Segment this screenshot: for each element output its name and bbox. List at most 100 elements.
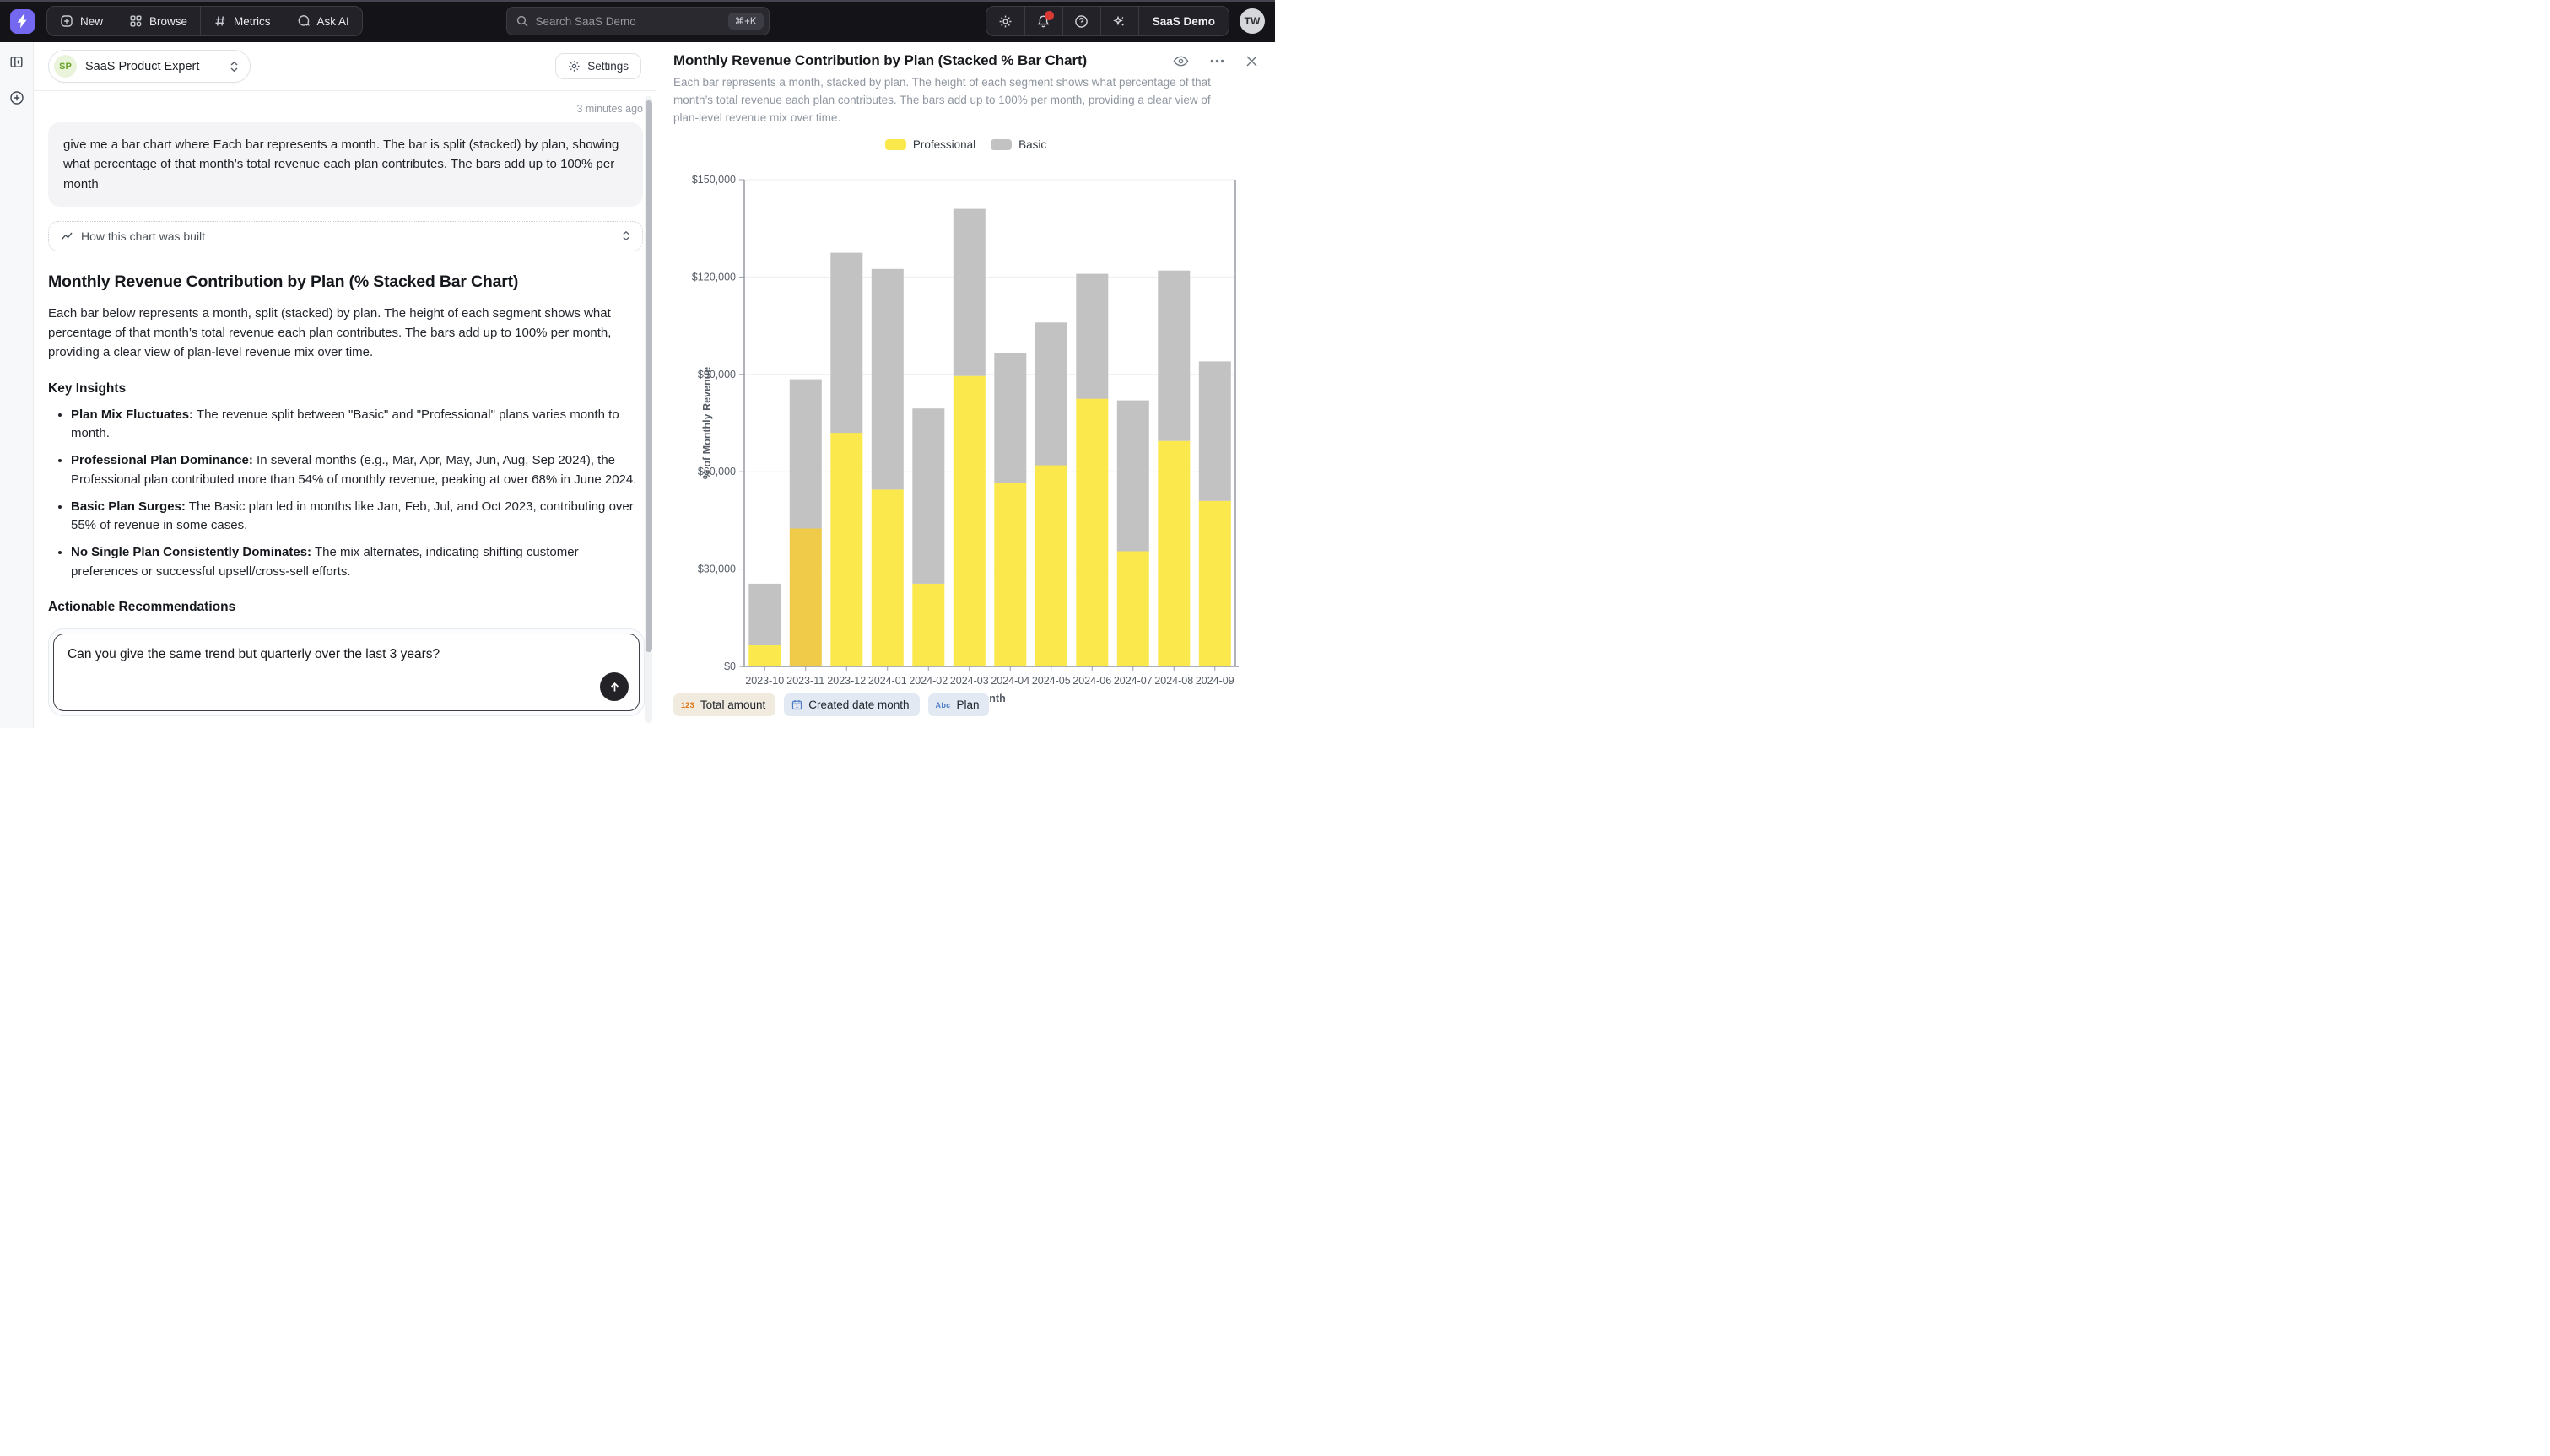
svg-text:$0: $0 bbox=[724, 661, 736, 672]
legend-item-professional[interactable]: Professional bbox=[885, 138, 975, 151]
bar-2024-08-professional[interactable] bbox=[1158, 441, 1190, 666]
svg-text:$120,000: $120,000 bbox=[692, 271, 736, 283]
bar-2024-07-basic[interactable] bbox=[1117, 401, 1149, 552]
plus-circle-icon bbox=[9, 90, 24, 105]
text-field-icon: Abc bbox=[936, 701, 951, 709]
bar-2024-04-professional[interactable] bbox=[994, 483, 1026, 666]
bar-2024-03-professional[interactable] bbox=[954, 376, 986, 666]
field-chips: 123 Total amount 1 Created date month Ab… bbox=[673, 693, 989, 716]
bar-2024-02-basic[interactable] bbox=[912, 408, 944, 584]
nav-item-browse[interactable]: Browse bbox=[116, 7, 200, 35]
help-icon bbox=[1074, 14, 1089, 29]
bar-2024-07-professional[interactable] bbox=[1117, 551, 1149, 666]
bar-2023-10-basic[interactable] bbox=[748, 584, 781, 645]
svg-text:$150,000: $150,000 bbox=[692, 174, 736, 186]
notifications-button[interactable] bbox=[1024, 7, 1062, 35]
legend-item-basic[interactable]: Basic bbox=[991, 138, 1046, 151]
message-input[interactable]: Can you give the same trend but quarterl… bbox=[54, 634, 639, 710]
agent-name: SaaS Product Expert bbox=[85, 60, 221, 73]
chart-title: Monthly Revenue Contribution by Plan (St… bbox=[673, 52, 1087, 69]
bar-2024-01-basic[interactable] bbox=[872, 269, 904, 490]
bar-2024-05-professional[interactable] bbox=[1035, 466, 1067, 667]
chevron-up-down-icon bbox=[230, 61, 239, 73]
ellipsis-icon bbox=[1210, 59, 1224, 63]
eye-icon bbox=[1173, 55, 1189, 67]
new-thread-button[interactable] bbox=[8, 89, 26, 107]
chip-plan[interactable]: Abc Plan bbox=[928, 693, 990, 716]
help-button[interactable] bbox=[1062, 7, 1100, 35]
chart-description: Each bar represents a month, stacked by … bbox=[673, 74, 1222, 127]
close-icon bbox=[1245, 55, 1258, 67]
main-area: SP SaaS Product Expert Settings 3 minute… bbox=[0, 42, 1275, 728]
message-timestamp: 3 minutes ago bbox=[48, 103, 643, 115]
settings-gear-button[interactable] bbox=[986, 7, 1024, 35]
chat-scrollbar-track[interactable] bbox=[645, 96, 652, 723]
bar-2023-10-professional[interactable] bbox=[748, 645, 781, 666]
svg-text:2024-06: 2024-06 bbox=[1072, 675, 1111, 687]
stacked-bar-chart[interactable]: $0$30,000$60,000$90,000$120,000$150,0002… bbox=[656, 173, 1274, 717]
workspace-name[interactable]: SaaS Demo bbox=[1138, 7, 1229, 35]
nav-right: SaaS Demo TW bbox=[986, 6, 1265, 36]
left-rail bbox=[0, 42, 34, 728]
grid-icon bbox=[129, 14, 143, 28]
nav-icon-group: SaaS Demo bbox=[986, 6, 1229, 36]
svg-text:2023-10: 2023-10 bbox=[745, 675, 784, 687]
chip-created-date-month[interactable]: 1 Created date month bbox=[784, 693, 919, 716]
agent-avatar: SP bbox=[54, 55, 77, 78]
composer-wrap: Can you give the same trend but quarterl… bbox=[48, 628, 645, 716]
chat-sparkle-icon bbox=[297, 14, 311, 28]
preview-eye-button[interactable] bbox=[1173, 55, 1189, 67]
sparkles-icon bbox=[1112, 14, 1126, 29]
svg-text:2024-07: 2024-07 bbox=[1114, 675, 1153, 687]
bar-2024-03-basic[interactable] bbox=[954, 209, 986, 376]
chat-scrollbar-thumb[interactable] bbox=[646, 100, 652, 652]
chart-legend: Professional Basic bbox=[673, 138, 1258, 151]
legend-label: Basic bbox=[1018, 138, 1046, 151]
bar-2024-06-professional[interactable] bbox=[1076, 399, 1108, 666]
nav-item-ask-ai[interactable]: Ask AI bbox=[284, 7, 362, 35]
search-input[interactable] bbox=[536, 15, 721, 28]
bar-2023-12-basic[interactable] bbox=[830, 253, 862, 433]
user-avatar[interactable]: TW bbox=[1240, 8, 1265, 34]
svg-text:2024-04: 2024-04 bbox=[991, 675, 1029, 687]
chevron-up-down-icon bbox=[622, 230, 630, 241]
chip-total-amount[interactable]: 123 Total amount bbox=[673, 693, 775, 716]
bar-2024-06-basic[interactable] bbox=[1076, 274, 1108, 399]
calendar-icon: 1 bbox=[791, 699, 802, 710]
insights-list: Plan Mix Fluctuates: The revenue split b… bbox=[48, 406, 643, 582]
settings-button[interactable]: Settings bbox=[555, 53, 641, 79]
sparkles-button[interactable] bbox=[1100, 7, 1138, 35]
settings-label: Settings bbox=[587, 60, 629, 73]
bar-2023-12-professional[interactable] bbox=[830, 433, 862, 666]
bar-2023-11-professional[interactable] bbox=[790, 529, 822, 667]
bar-2024-09-basic[interactable] bbox=[1199, 361, 1231, 500]
bar-2024-05-basic[interactable] bbox=[1035, 322, 1067, 465]
bar-2024-01-professional[interactable] bbox=[872, 489, 904, 666]
global-search[interactable]: ⌘+K bbox=[506, 7, 770, 35]
bar-2024-09-professional[interactable] bbox=[1199, 501, 1231, 666]
gear-icon bbox=[568, 60, 581, 73]
bar-2024-08-basic[interactable] bbox=[1158, 271, 1190, 441]
agent-selector[interactable]: SP SaaS Product Expert bbox=[48, 50, 251, 83]
close-panel-button[interactable] bbox=[1245, 55, 1258, 67]
nav-item-metrics[interactable]: Metrics bbox=[200, 7, 284, 35]
toggle-sidebar-button[interactable] bbox=[8, 53, 25, 71]
more-options-button[interactable] bbox=[1210, 59, 1224, 63]
nav-item-new[interactable]: New bbox=[47, 7, 116, 35]
bar-2024-04-basic[interactable] bbox=[994, 353, 1026, 483]
how-chart-built-toggle[interactable]: How this chart was built bbox=[48, 221, 643, 251]
lightning-icon bbox=[16, 14, 29, 29]
send-button[interactable] bbox=[600, 672, 629, 701]
number-field-icon: 123 bbox=[681, 701, 694, 709]
svg-text:2024-02: 2024-02 bbox=[909, 675, 948, 687]
answer-intro: Each bar below represents a month, split… bbox=[48, 304, 643, 363]
chip-label: Total amount bbox=[700, 698, 765, 711]
bar-2023-11-basic[interactable] bbox=[790, 380, 822, 529]
legend-label: Professional bbox=[913, 138, 975, 151]
panel-left-icon bbox=[9, 55, 24, 69]
svg-text:2024-05: 2024-05 bbox=[1032, 675, 1071, 687]
svg-text:$30,000: $30,000 bbox=[698, 564, 736, 575]
app-logo[interactable] bbox=[10, 9, 35, 34]
svg-text:% of Monthly Revenue: % of Monthly Revenue bbox=[701, 367, 713, 479]
bar-2024-02-professional[interactable] bbox=[912, 584, 944, 666]
